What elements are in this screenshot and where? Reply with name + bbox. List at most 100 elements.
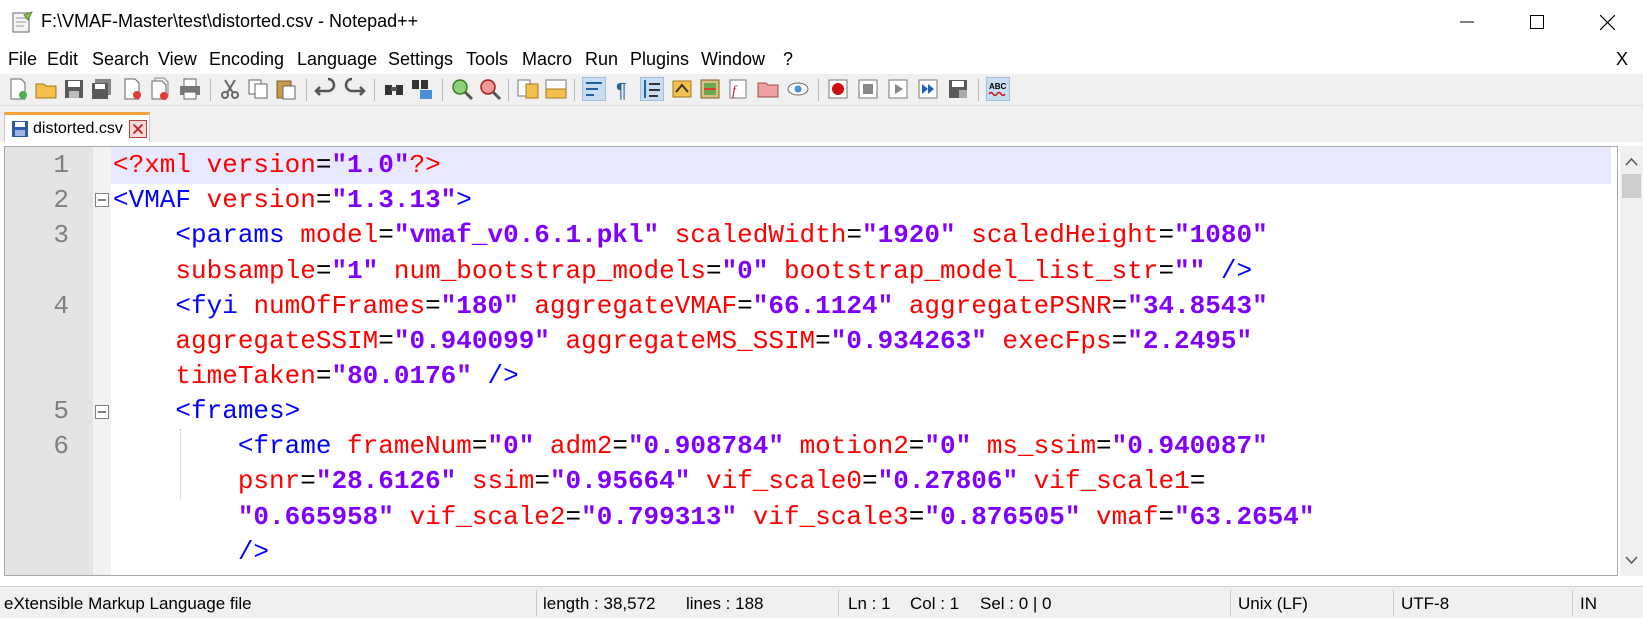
print-icon[interactable] (178, 77, 202, 101)
run-macro-multiple-icon[interactable] (916, 77, 940, 101)
menu-bar: File Edit Search View Encoding Language … (0, 44, 1643, 74)
menu-file[interactable]: File (8, 49, 37, 70)
status-encoding: UTF-8 (1401, 594, 1450, 613)
function-list-icon[interactable]: f (726, 77, 750, 101)
close-window-button[interactable] (1572, 0, 1642, 44)
close-document-button[interactable]: X (1616, 49, 1628, 70)
toolbar-separator (818, 79, 819, 101)
code-token-eq: = (315, 185, 332, 215)
fold-toggle-icon[interactable] (95, 193, 109, 207)
menu-plugins[interactable]: Plugins (630, 49, 689, 70)
record-macro-icon[interactable] (826, 77, 850, 101)
code-token-eq: = (1158, 256, 1175, 286)
playback-macro-icon[interactable] (886, 77, 910, 101)
menu-window[interactable]: Window (701, 49, 765, 70)
maximize-button[interactable] (1502, 0, 1572, 44)
text-editor[interactable]: 1 2 3 4 5 6 <?xml version="1.0"?> <VMAF … (4, 146, 1618, 576)
code-token-attr: aggregateMS_SSIM (565, 326, 816, 356)
menu-help[interactable]: ? (783, 49, 793, 70)
open-file-icon[interactable] (34, 77, 58, 101)
tab-close-icon[interactable] (129, 120, 147, 138)
menu-search[interactable]: Search (92, 49, 149, 70)
cut-icon[interactable] (218, 77, 242, 101)
menu-edit[interactable]: Edit (47, 49, 78, 70)
code-token-val: "0.27806" (877, 466, 1019, 496)
code-line: subsample="1" num_bootstrap_models="0" b… (113, 253, 1252, 290)
scroll-up-arrow-icon[interactable] (1620, 152, 1643, 172)
code-token-eq: = (846, 220, 862, 250)
code-token-eq: = (1111, 326, 1128, 356)
code-token-eq: = (300, 466, 316, 496)
code-token-attr: ssim (471, 466, 535, 496)
status-separator (838, 590, 839, 616)
menu-macro[interactable]: Macro (522, 49, 572, 70)
minimize-button[interactable] (1432, 0, 1502, 44)
vertical-scrollbar[interactable] (1620, 146, 1643, 576)
sync-vertical-scroll-icon[interactable] (516, 77, 540, 101)
save-all-icon[interactable] (90, 77, 114, 101)
code-token-eq: = (1096, 431, 1112, 461)
code-token-val: "0" (487, 431, 535, 461)
code-token-pi: ?> (409, 150, 441, 180)
saved-file-icon (12, 121, 28, 137)
sync-horizontal-scroll-icon[interactable] (544, 77, 568, 101)
new-file-icon[interactable] (6, 77, 30, 101)
code-token-attr: aggregatePSNR (908, 291, 1112, 321)
paste-icon[interactable] (274, 77, 298, 101)
svg-text:ABC: ABC (989, 82, 1007, 91)
code-line: <frame frameNum="0" adm2="0.908784" moti… (113, 428, 1268, 465)
status-length: length : 38,572 (543, 594, 656, 613)
document-map-icon[interactable] (698, 77, 722, 101)
scroll-down-arrow-icon[interactable] (1620, 550, 1643, 570)
menu-tools[interactable]: Tools (466, 49, 508, 70)
tab-distorted-csv[interactable]: distorted.csv (4, 112, 150, 142)
zoom-out-icon[interactable] (478, 77, 502, 101)
copy-icon[interactable] (246, 77, 270, 101)
stop-recording-icon[interactable] (856, 77, 880, 101)
save-icon[interactable] (62, 77, 86, 101)
status-lines: lines : 188 (686, 594, 764, 613)
save-macro-icon[interactable] (946, 77, 970, 101)
code-token-val: "0.940087" (1111, 431, 1268, 461)
maximize-icon (1530, 15, 1544, 29)
status-bar: eXtensible Markup Language file length :… (0, 586, 1643, 618)
code-line: <VMAF version="1.3.13"> (113, 182, 472, 219)
fold-toggle-icon[interactable] (95, 405, 109, 419)
code-token-attr: adm2 (549, 431, 613, 461)
find-icon[interactable] (382, 77, 406, 101)
scroll-thumb[interactable] (1622, 174, 1641, 198)
word-wrap-icon[interactable] (582, 77, 606, 101)
menu-settings[interactable]: Settings (388, 49, 453, 70)
code-token-eq: = (815, 326, 831, 356)
code-token-val: "0.940099" (393, 326, 550, 356)
replace-icon[interactable] (410, 77, 434, 101)
show-all-characters-icon[interactable]: ¶ (610, 77, 634, 101)
monitoring-eye-icon[interactable] (786, 77, 810, 101)
line-number: 5 (53, 396, 69, 426)
line-number: 6 (53, 431, 69, 461)
undo-icon[interactable] (314, 77, 338, 101)
status-selection: Sel : 0 | 0 (980, 594, 1052, 613)
close-all-icon[interactable] (148, 77, 172, 101)
redo-icon[interactable] (342, 77, 366, 101)
menu-language[interactable]: Language (297, 49, 377, 70)
menu-view[interactable]: View (158, 49, 197, 70)
zoom-in-icon[interactable] (450, 77, 474, 101)
folder-as-workspace-icon[interactable] (756, 77, 780, 101)
code-token-eq: = (425, 291, 441, 321)
code-token-eq: = (1189, 466, 1206, 496)
menu-encoding[interactable]: Encoding (209, 49, 284, 70)
line-number: 2 (53, 185, 69, 215)
close-file-icon[interactable] (120, 77, 144, 101)
spell-check-icon[interactable]: ABC (986, 77, 1010, 101)
indent-guide-icon[interactable] (640, 77, 664, 101)
user-defined-language-icon[interactable] (670, 77, 694, 101)
menu-run[interactable]: Run (585, 49, 618, 70)
